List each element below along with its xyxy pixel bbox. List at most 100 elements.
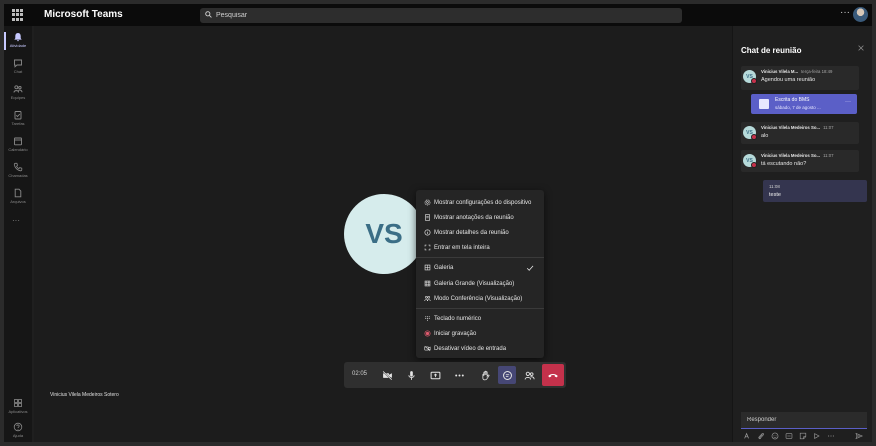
menu-item-label: Mostrar anotações da reunião <box>434 215 514 221</box>
rail-item-chat[interactable]: Chat <box>4 56 32 82</box>
message-time: 11:07 <box>823 153 834 158</box>
menu-item-gallery[interactable]: Galeria <box>416 261 544 275</box>
author-avatar: VS <box>743 154 757 168</box>
share-screen-icon <box>430 371 440 379</box>
meeting-invite-card[interactable]: Escrita do BMS sábado, 7 de agosto ... ·… <box>751 94 857 114</box>
menu-item-label: Galeria Grande (Visualização) <box>434 281 515 287</box>
files-icon <box>14 188 22 198</box>
gallery-icon <box>424 264 431 271</box>
menu-item-device-settings[interactable]: Mostrar configurações do dispositivo <box>416 196 544 210</box>
large-gallery-icon <box>424 280 431 287</box>
notes-icon <box>425 214 430 221</box>
raise-hand-button[interactable] <box>476 366 494 384</box>
chat-panel-title: Chat de reunião <box>741 46 802 55</box>
menu-item-fullscreen[interactable]: Entrar em tela inteira <box>416 241 544 255</box>
message-text: tá escutando não? <box>761 161 807 167</box>
chat-message[interactable]: VS Vinicius Vilela Medeiros So... 11:07 t… <box>741 150 859 172</box>
reply-input[interactable] <box>741 412 867 428</box>
participants-icon <box>524 371 535 380</box>
share-screen-button[interactable] <box>426 366 444 384</box>
menu-item-large-gallery[interactable]: Galeria Grande (Visualização) <box>416 277 544 291</box>
rail-item-teams[interactable]: Equipes <box>4 82 32 108</box>
help-icon <box>13 422 23 432</box>
close-chat-button[interactable] <box>857 44 865 54</box>
rail-item-apps[interactable]: Aplicativos <box>4 396 32 422</box>
rail-item-activity[interactable]: Atividade <box>4 30 32 56</box>
meeting-card-title: Escrita do BMS <box>775 97 810 103</box>
menu-item-label: Entrar em tela inteira <box>434 245 490 251</box>
video-off-icon <box>424 345 431 352</box>
chat-message[interactable]: VS Vinicius Vilela M... terça-feira 18:49… <box>741 66 859 90</box>
rail-item-files[interactable]: Arquivos <box>4 186 32 212</box>
teams-window: Microsoft Teams ··· Atividade Chat Equip… <box>4 4 872 442</box>
app-launcher-icon[interactable] <box>12 9 24 21</box>
rail-item-label: Aplicativos <box>8 409 28 414</box>
menu-divider <box>416 308 544 309</box>
mic-toggle-button[interactable] <box>402 366 420 384</box>
menu-item-meeting-details[interactable]: Mostrar detalhes da reunião <box>416 226 544 240</box>
more-options-button[interactable]: ··· <box>840 7 850 18</box>
more-actions-menu: Mostrar configurações do dispositivo Mos… <box>416 190 544 358</box>
menu-item-dialpad[interactable]: Teclado numérico <box>416 312 544 326</box>
message-time: 11:07 <box>823 125 834 130</box>
participant-avatar: VS <box>344 194 424 274</box>
chat-toggle-button[interactable] <box>498 366 516 384</box>
hangup-button[interactable] <box>542 364 564 386</box>
hangup-icon <box>548 373 558 378</box>
menu-item-start-recording[interactable]: Iniciar gravação <box>416 327 544 341</box>
menu-item-label: Mostrar configurações do dispositivo <box>434 200 532 206</box>
rail-item-label: Equipes <box>10 95 26 100</box>
more-icon[interactable]: ··· <box>845 99 851 105</box>
teams-icon <box>13 85 23 93</box>
own-chat-message[interactable]: 11:08 teste <box>763 180 867 202</box>
message-author: Vinicius Vilela Medeiros So... <box>761 153 821 158</box>
rail-item-label: Chamadas <box>8 173 28 178</box>
rail-item-label: Atividade <box>9 43 27 48</box>
rail-item-help[interactable]: Ajuda <box>4 420 32 442</box>
fullscreen-icon <box>424 244 431 251</box>
rail-item-calendar[interactable]: Calendário <box>4 134 32 160</box>
more-actions-button[interactable] <box>450 366 468 384</box>
title-bar: Microsoft Teams ··· <box>4 4 872 26</box>
rail-item-tasks[interactable]: Tarefas <box>4 108 32 134</box>
more-icon[interactable] <box>827 432 835 440</box>
participants-button[interactable] <box>520 366 538 384</box>
message-text: alo <box>761 133 769 139</box>
chat-icon <box>502 370 512 380</box>
user-avatar[interactable] <box>853 7 868 22</box>
attach-icon[interactable] <box>757 432 765 440</box>
compose-box[interactable] <box>741 412 867 429</box>
gif-icon[interactable] <box>785 432 793 440</box>
meet-now-icon[interactable] <box>813 432 821 440</box>
chat-message[interactable]: VS Vinicius Vilela Medeiros So... 11:07 a… <box>741 122 859 144</box>
message-text: Agendou uma reunião <box>761 77 816 83</box>
search-box[interactable] <box>200 8 682 23</box>
meeting-card-date: sábado, 7 de agosto ... <box>775 105 821 110</box>
menu-divider <box>416 257 544 258</box>
message-author: Vinicius Vilela M... <box>761 69 799 74</box>
search-input[interactable] <box>216 8 656 23</box>
meeting-stage: VS Vinicius Vilela Medeiros Sotero Mostr… <box>34 26 732 442</box>
menu-item-together-mode[interactable]: Modo Conferência (Visualização) <box>416 292 544 306</box>
message-header: Vinicius Vilela M... terça-feira 18:49 <box>761 69 832 74</box>
mic-icon <box>407 370 415 380</box>
rail-item-label: Tarefas <box>11 121 25 126</box>
send-icon[interactable] <box>855 432 863 440</box>
rail-item-calls[interactable]: Chamadas <box>4 160 32 186</box>
calendar-icon <box>759 99 769 109</box>
more-icon <box>454 374 464 376</box>
message-header: Vinicius Vilela Medeiros So... 11:07 <box>761 125 834 130</box>
format-icon[interactable] <box>743 432 751 440</box>
apps-icon <box>14 399 22 407</box>
sticker-icon[interactable] <box>799 432 807 440</box>
menu-item-disable-incoming-video[interactable]: Desativar vídeo de entrada <box>416 342 544 356</box>
bell-icon <box>14 33 22 42</box>
menu-item-label: Galeria <box>434 265 454 271</box>
menu-item-meeting-notes[interactable]: Mostrar anotações da reunião <box>416 211 544 225</box>
camera-toggle-button[interactable] <box>378 366 396 384</box>
more-apps-button[interactable]: ··· <box>12 216 20 225</box>
emoji-icon[interactable] <box>771 432 779 440</box>
together-mode-icon <box>424 296 431 302</box>
message-author: Vinicius Vilela Medeiros So... <box>761 125 821 130</box>
message-time: 11:08 <box>769 184 780 189</box>
